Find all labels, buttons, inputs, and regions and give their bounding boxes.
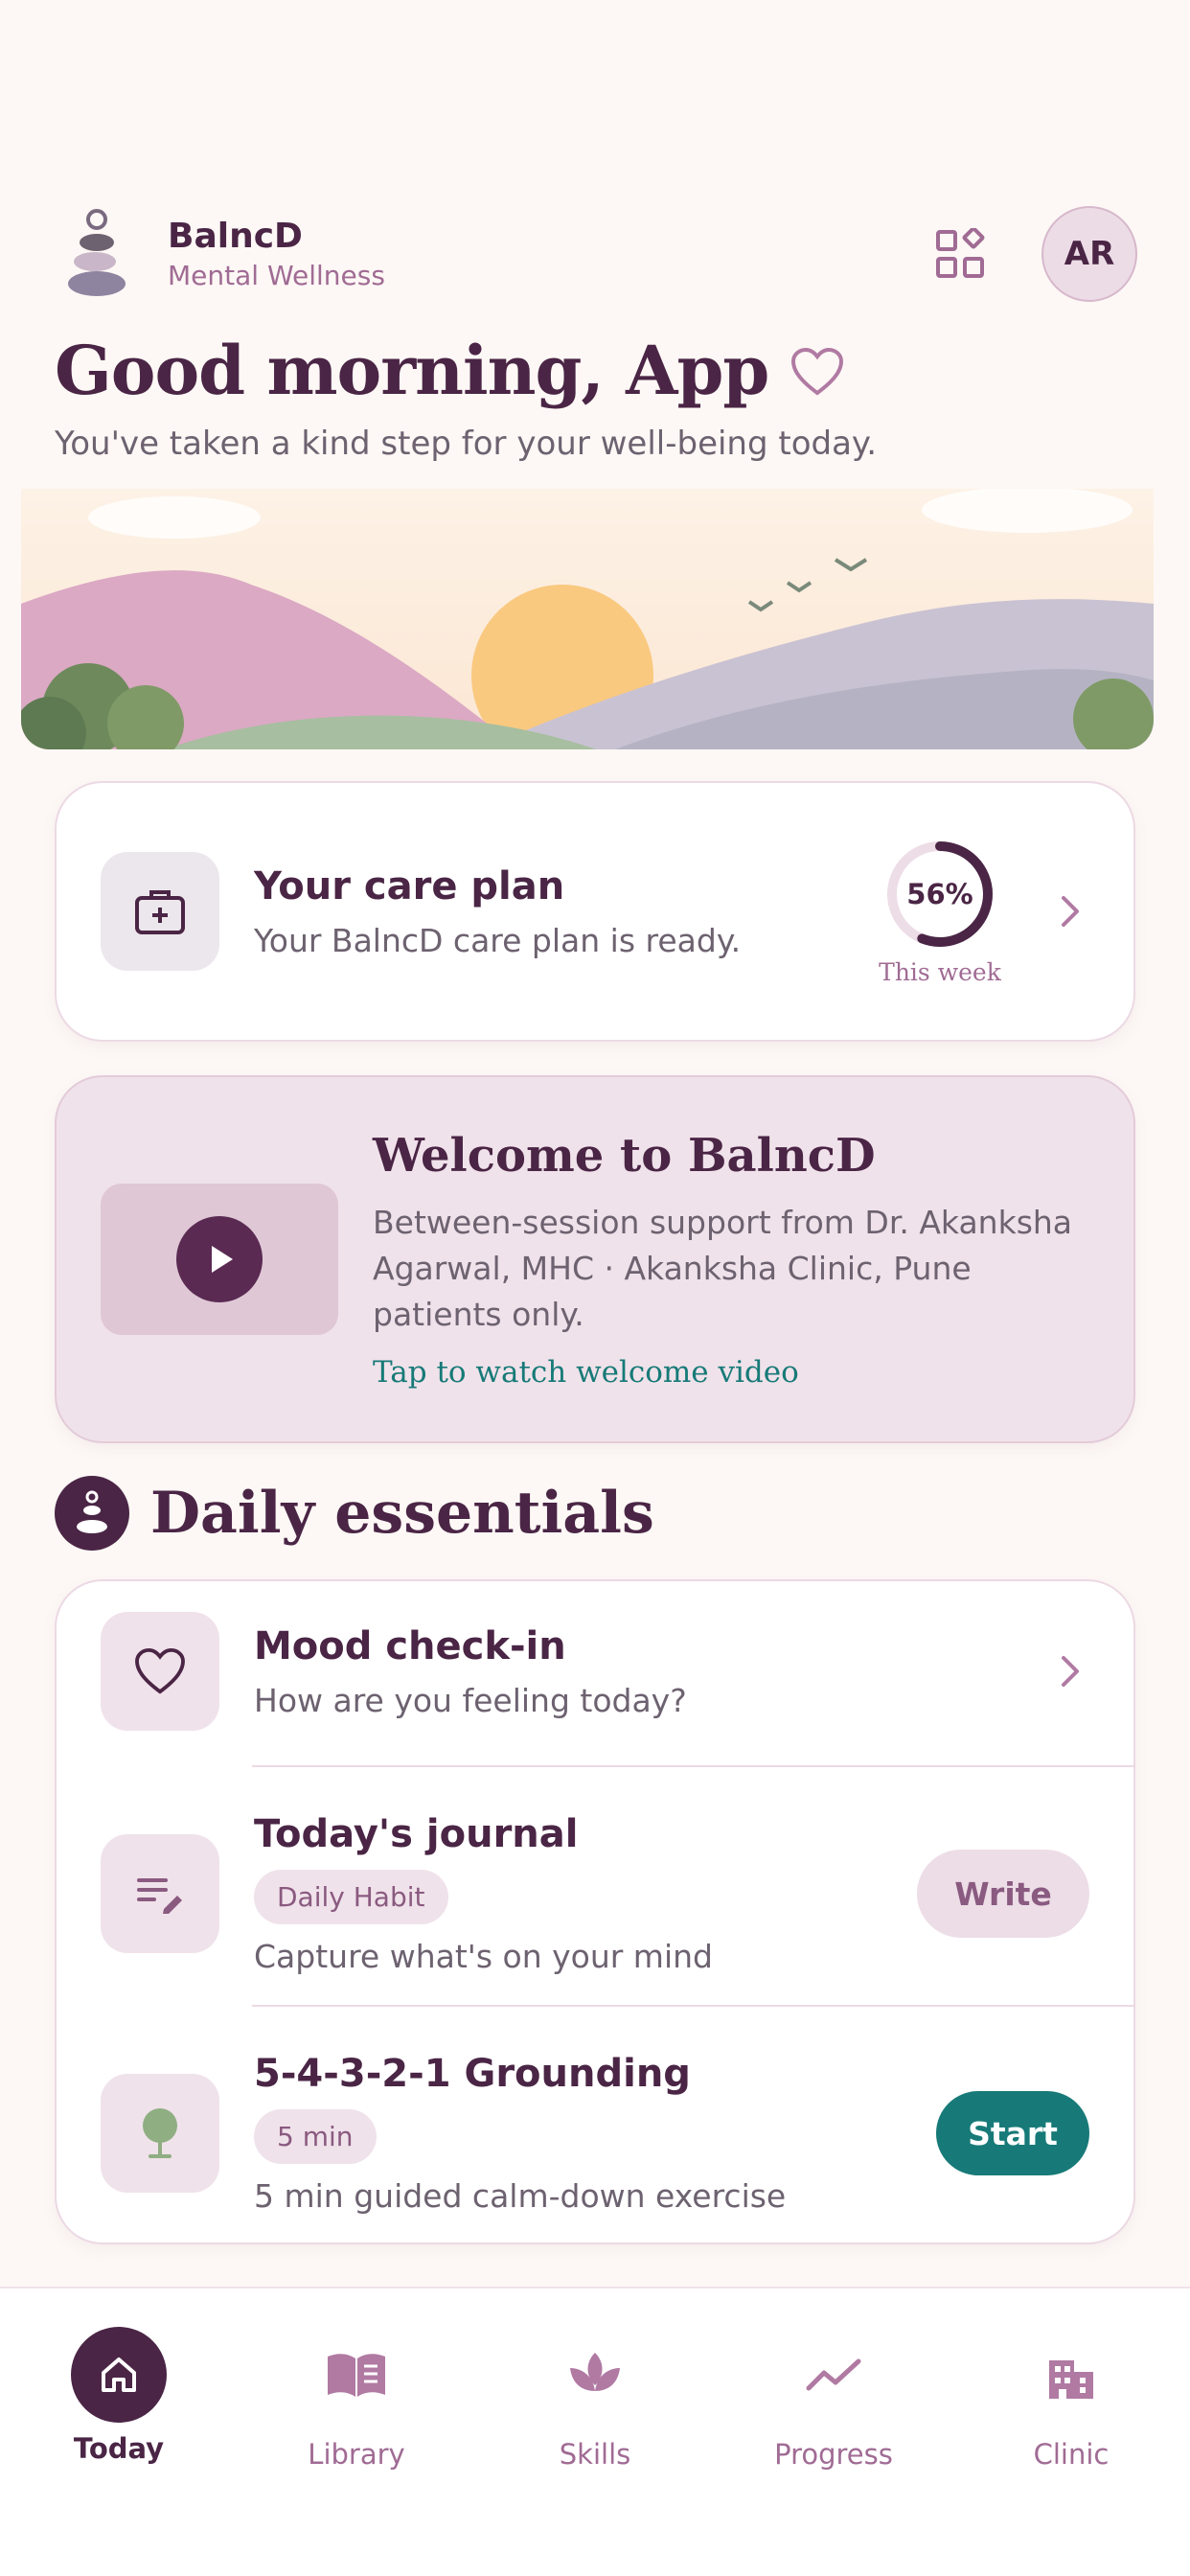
widgets-button[interactable] [927, 220, 994, 288]
avatar[interactable]: AR [1041, 206, 1137, 302]
daily-essentials-card: Mood check-in How are you feeling today?… [55, 1579, 1135, 2244]
divider [252, 1765, 1133, 1767]
journal-tag: Daily Habit [254, 1870, 448, 1924]
heart-icon [101, 1612, 219, 1731]
tree-icon [101, 2074, 219, 2193]
building-icon [1023, 2327, 1119, 2423]
book-icon [309, 2327, 404, 2423]
greeting-subtitle: You've taken a kind step for your well-b… [55, 425, 878, 463]
medical-kit-icon [101, 852, 219, 971]
brand-name: BalncD [168, 217, 303, 256]
brand-tagline: Mental Wellness [168, 260, 385, 291]
progress-caption: This week [879, 957, 1001, 986]
nav-label-progress: Progress [774, 2438, 893, 2471]
journal-description: Capture what's on your mind [254, 1938, 713, 1975]
chevron-right-icon [1051, 893, 1089, 930]
mood-description: How are you feeling today? [254, 1681, 687, 1719]
chevron-right-icon [1051, 1653, 1089, 1690]
widgets-icon [936, 228, 985, 278]
grounding-title: 5-4-3-2-1 Grounding [254, 2052, 691, 2096]
journal-title: Today's journal [254, 1812, 579, 1856]
video-thumbnail[interactable] [101, 1184, 338, 1335]
greeting: Good morning, App [55, 331, 845, 410]
app-header: BalncD Mental Wellness AR [55, 201, 1137, 307]
nav-label-clinic: Clinic [1033, 2438, 1110, 2471]
welcome-card[interactable]: Welcome to BalncD Between-session suppor… [55, 1075, 1135, 1443]
mood-checkin-row[interactable]: Mood check-in How are you feeling today? [101, 1612, 1089, 1731]
nav-label-today: Today [73, 2432, 165, 2465]
home-icon [71, 2327, 167, 2423]
heart-icon [790, 347, 845, 401]
landscape-illustration [21, 489, 1154, 749]
care-plan-card[interactable]: Your care plan Your BalncD care plan is … [55, 781, 1135, 1042]
nav-skills[interactable]: Skills [499, 2327, 691, 2471]
start-button[interactable]: Start [936, 2091, 1089, 2175]
nav-label-library: Library [308, 2438, 405, 2471]
care-plan-progress: 56% This week [873, 838, 1007, 986]
journal-row[interactable]: Today's journal Daily Habit Capture what… [101, 1786, 1089, 2001]
play-icon [176, 1216, 263, 1302]
greeting-title: Good morning, App [55, 331, 769, 410]
care-plan-description: Your BalncD care plan is ready. [254, 921, 742, 959]
nav-today[interactable]: Today [23, 2327, 215, 2465]
welcome-description: Between-session support from Dr. Akanksh… [373, 1204, 1073, 1333]
nav-library[interactable]: Library [261, 2327, 452, 2471]
journal-icon [101, 1834, 219, 1953]
divider [252, 2005, 1133, 2007]
write-button[interactable]: Write [917, 1850, 1089, 1938]
logo-icon [55, 206, 139, 302]
section-title: Daily essentials [150, 1480, 654, 1547]
nav-clinic[interactable]: Clinic [975, 2327, 1167, 2471]
grounding-row[interactable]: 5-4-3-2-1 Grounding 5 min 5 min guided c… [101, 2026, 1089, 2241]
grounding-description: 5 min guided calm-down exercise [254, 2177, 787, 2215]
nav-label-skills: Skills [559, 2438, 631, 2471]
welcome-title: Welcome to BalncD [373, 1129, 876, 1183]
mood-title: Mood check-in [254, 1623, 566, 1668]
progress-value: 56% [906, 877, 973, 910]
welcome-video-link[interactable]: Tap to watch welcome video [373, 1355, 1101, 1390]
stones-icon [55, 1476, 129, 1551]
grounding-tag: 5 min [254, 2109, 377, 2164]
daily-essentials-header: Daily essentials [55, 1476, 654, 1551]
lotus-icon [547, 2327, 643, 2423]
nav-progress[interactable]: Progress [738, 2327, 929, 2471]
trend-icon [786, 2327, 881, 2423]
care-plan-title: Your care plan [254, 863, 565, 908]
bottom-navigation: Today Library Skills Progress Clinic [0, 2287, 1190, 2576]
